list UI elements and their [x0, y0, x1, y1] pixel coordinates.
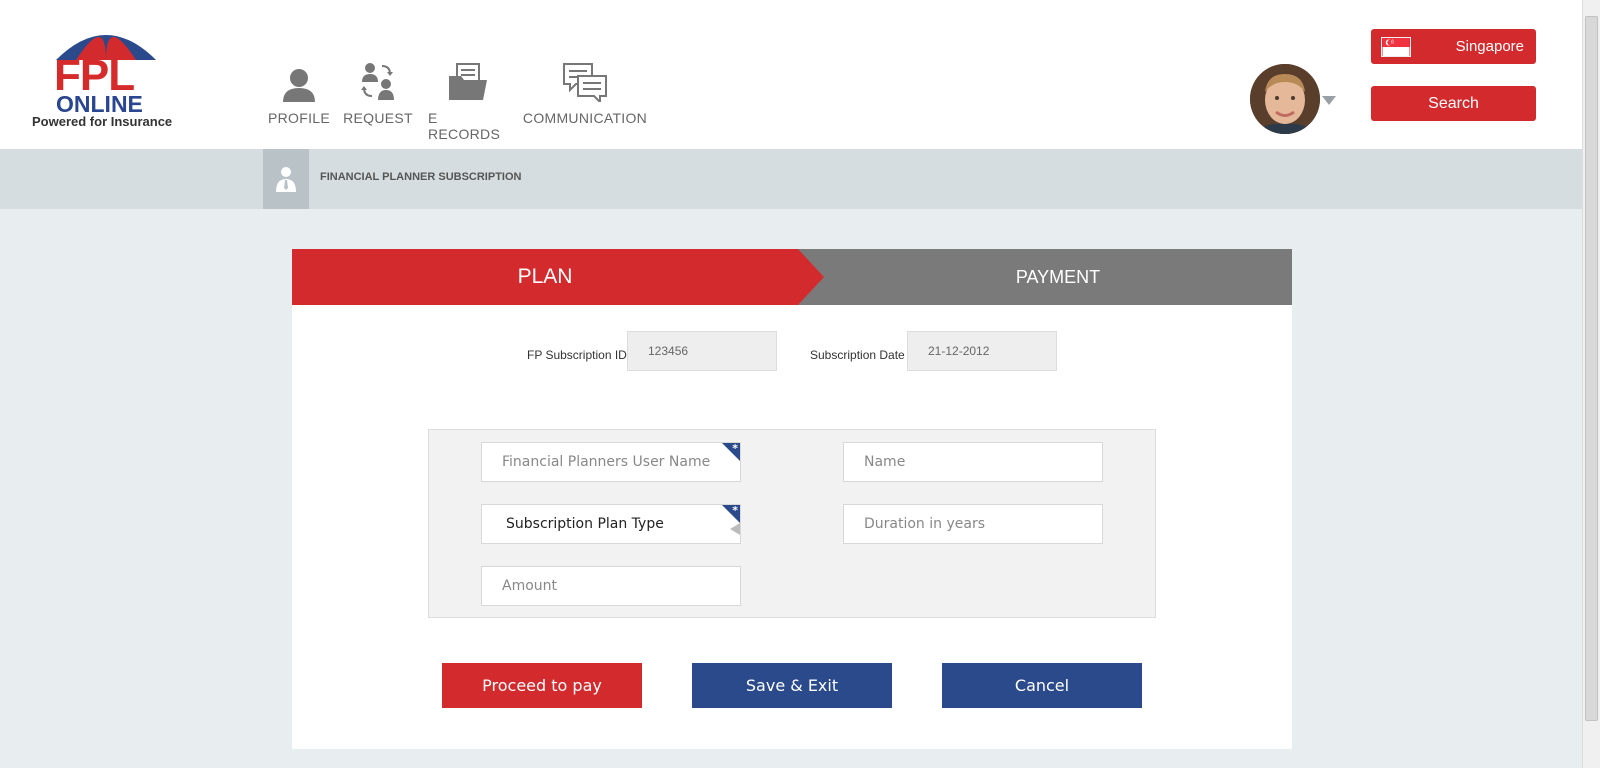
subscription-date-field: 21-12-2012	[907, 331, 1057, 371]
search-button[interactable]: Search	[1371, 86, 1536, 121]
cancel-button[interactable]: Cancel	[942, 663, 1142, 708]
country-selector[interactable]: Singapore	[1371, 29, 1536, 64]
nav-label: REQUEST	[343, 110, 413, 126]
username-placeholder: Financial Planners User Name	[502, 454, 711, 470]
nav-label: PROFILE	[268, 110, 331, 126]
subscription-id-label: FP Subscription ID	[527, 348, 627, 362]
plan-type-select[interactable]: Subscription Plan Type *	[481, 504, 741, 544]
required-star-icon: *	[732, 442, 738, 455]
username-field[interactable]: Financial Planners User Name *	[481, 442, 741, 482]
nav-label: E RECORDS	[428, 110, 501, 142]
plan-type-value: Subscription Plan Type	[506, 516, 664, 532]
duration-field[interactable]: Duration in years	[843, 504, 1103, 544]
nav-label: COMMUNICATION	[522, 110, 648, 126]
proceed-to-pay-button[interactable]: Proceed to pay	[442, 663, 642, 708]
step-arrow	[798, 249, 824, 305]
step-plan[interactable]: PLAN	[292, 249, 798, 305]
subscription-card: PLAN PAYMENT FP Subscription ID 123456 S…	[292, 249, 1292, 749]
subscription-id-field: 123456	[627, 331, 777, 371]
singapore-flag-icon	[1381, 36, 1411, 57]
logo-tagline: Powered for Insurance	[32, 114, 173, 129]
progress-steps: PLAN PAYMENT	[292, 249, 1292, 305]
fpl-online-logo[interactable]: FPL ONLINE Powered for Insurance	[28, 26, 188, 132]
nav-item-e-records[interactable]: E RECORDS	[428, 50, 508, 142]
nav-item-request[interactable]: REQUEST	[342, 50, 414, 142]
main-nav: PROFILE REQUEST E RECORDS COMMUNICATION	[268, 50, 662, 142]
header: FPL ONLINE Powered for Insurance PROFILE	[0, 0, 1582, 149]
dropdown-arrow-icon	[730, 523, 740, 535]
name-field[interactable]: Name	[843, 442, 1103, 482]
page-title: FINANCIAL PLANNER SUBSCRIPTION	[320, 171, 522, 183]
scrollbar-thumb[interactable]	[1585, 16, 1598, 721]
nav-item-profile[interactable]: PROFILE	[268, 50, 331, 142]
required-star-icon: *	[732, 504, 738, 517]
user-tie-icon	[263, 149, 309, 209]
amount-placeholder: Amount	[502, 578, 558, 594]
amount-field[interactable]: Amount	[481, 566, 741, 606]
name-placeholder: Name	[864, 454, 906, 470]
vertical-scrollbar[interactable]	[1582, 0, 1600, 768]
save-exit-button[interactable]: Save & Exit	[692, 663, 892, 708]
logo-subtitle: ONLINE	[56, 91, 143, 117]
avatar-photo	[1250, 64, 1320, 134]
people-exchange-icon	[361, 63, 394, 100]
page-header-band: FINANCIAL PLANNER SUBSCRIPTION	[0, 149, 1582, 209]
person-icon	[283, 69, 315, 102]
plan-form: Financial Planners User Name * Name Subs…	[428, 429, 1156, 618]
nav-item-communication[interactable]: COMMUNICATION	[522, 50, 648, 142]
subscription-date-label: Subscription Date	[810, 348, 905, 362]
user-avatar[interactable]	[1250, 64, 1320, 134]
chat-bubbles-icon	[563, 63, 607, 102]
user-menu-caret-icon[interactable]	[1322, 96, 1336, 105]
country-label: Singapore	[1455, 38, 1524, 55]
duration-placeholder: Duration in years	[864, 516, 985, 532]
step-payment[interactable]: PAYMENT	[798, 249, 1292, 305]
folder-icon	[449, 63, 487, 100]
